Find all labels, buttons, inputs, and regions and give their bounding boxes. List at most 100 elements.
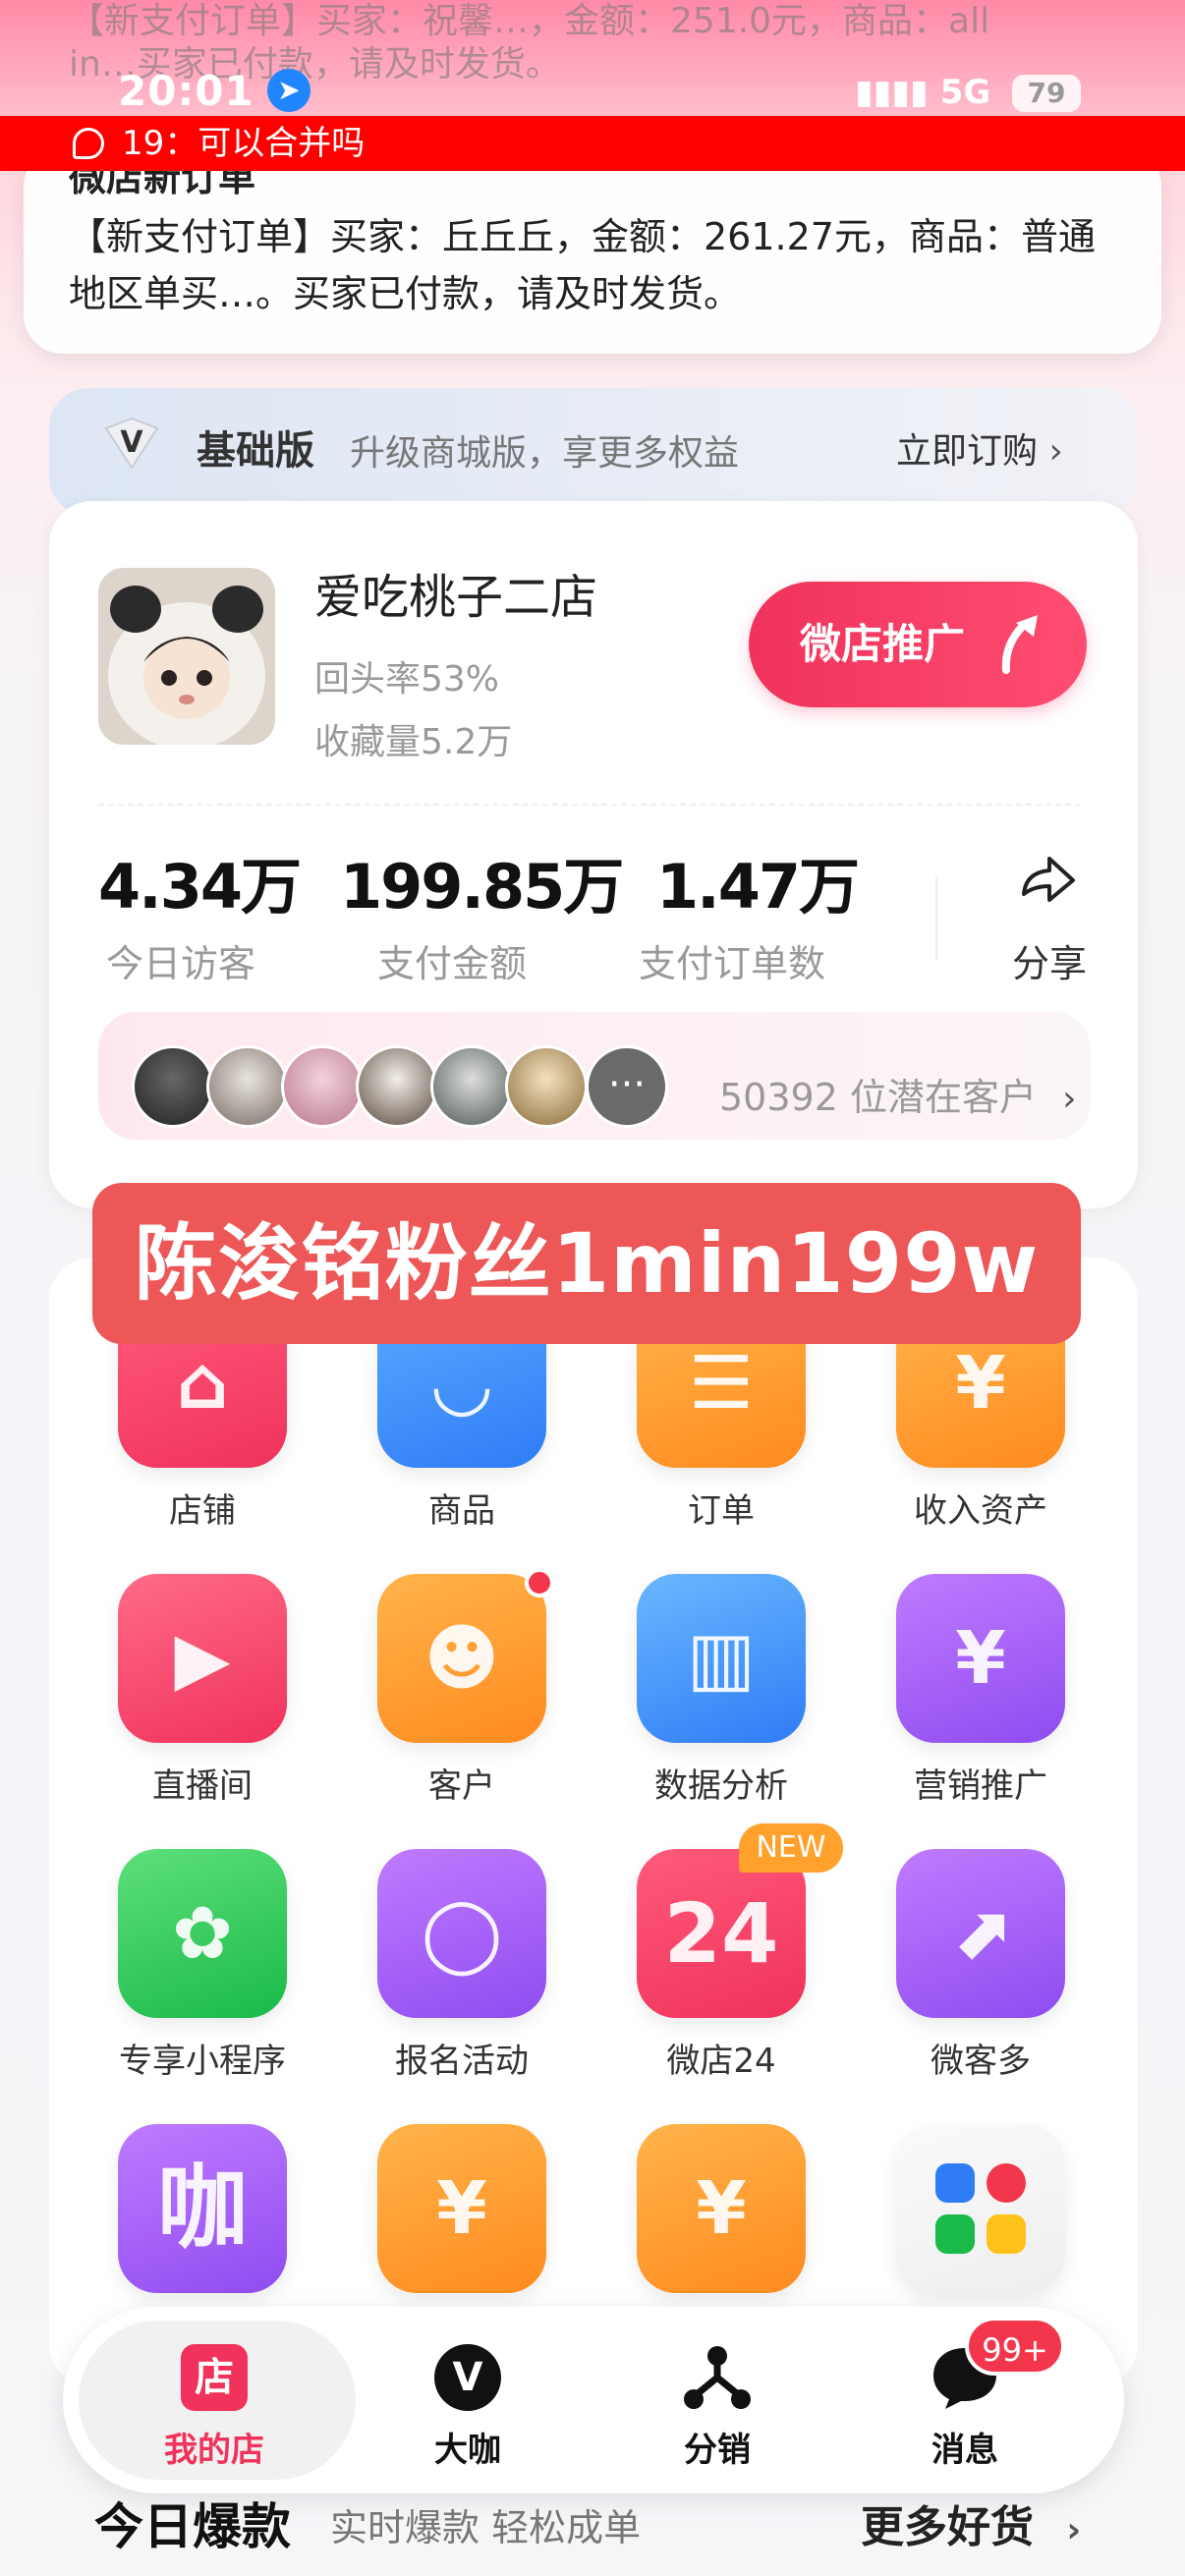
location-arrow-icon: ➤	[267, 69, 310, 112]
grid-item-label: 店铺	[169, 1491, 236, 1531]
battery-icon: 79	[1012, 75, 1081, 112]
metric-value: 1.47万	[656, 851, 860, 923]
chevron-right-icon: ›	[1062, 1079, 1077, 1119]
metric-label: 支付金额	[377, 942, 528, 985]
customer-avatar	[505, 1045, 588, 1128]
chevron-right-icon: ›	[1066, 2510, 1082, 2550]
grid-item-mini-program[interactable]: ✿	[118, 1849, 287, 2018]
metric-value: 4.34万	[98, 851, 302, 923]
grid-item-label: 客户	[428, 1766, 495, 1806]
notification-dot	[525, 1568, 554, 1597]
grid-item-growth[interactable]: ⬈	[896, 1849, 1065, 2018]
hot-products-title: 今日爆款	[94, 2498, 291, 2555]
plan-name: 基础版	[197, 428, 314, 474]
store-promotion-label: 微店推广	[800, 620, 966, 668]
divider	[98, 804, 1081, 806]
panda-plush-avatar	[98, 568, 275, 745]
signal-icon: ▮▮▮▮	[855, 73, 929, 112]
customer-avatar	[132, 1045, 214, 1128]
share-icon[interactable]	[1018, 855, 1077, 910]
grid-item-chart[interactable]: ▥	[637, 1574, 806, 1743]
message-count-badge: 99+	[965, 2317, 1065, 2376]
comment-icon	[73, 128, 104, 159]
store-name: 爱吃桃子二店	[314, 570, 598, 625]
grid-item-label: 商品	[428, 1491, 495, 1531]
chevron-right-icon: ›	[1048, 431, 1063, 472]
grid-item-label: 收入资产	[914, 1491, 1047, 1531]
network-type: 5G	[939, 73, 991, 112]
grid-item-weidian24[interactable]: 24	[637, 1849, 806, 2018]
grid-item-label: 微客多	[931, 2042, 1031, 2081]
metric-label: 今日访客	[106, 942, 256, 985]
hot-products-subtitle: 实时爆款 轻松成单	[330, 2506, 642, 2549]
more-customers-icon: ···	[586, 1045, 668, 1128]
distribution-icon	[684, 2346, 751, 2409]
svg-text:V: V	[120, 425, 143, 460]
grid-item-label: 微店24	[666, 2042, 776, 2081]
nav-tab-distribution[interactable]: 分销	[619, 2423, 816, 2471]
grid-item-label: 数据分析	[654, 1766, 788, 1806]
live-icon: ▶	[174, 1616, 231, 1701]
metric-label: 支付订单数	[639, 942, 826, 985]
v-diamond-icon: V	[104, 417, 159, 470]
nav-tab-my-store[interactable]: 我的店	[116, 2423, 312, 2471]
repeat-rate: 回头率53%	[314, 659, 500, 700]
grid-item-coupon[interactable]: ¥	[896, 1574, 1065, 1743]
nav-tab-messages[interactable]: 消息	[867, 2423, 1063, 2471]
hand-coin-icon: ¥	[436, 2166, 487, 2251]
grid-item-live[interactable]: ▶	[118, 1574, 287, 1743]
daka-icon: 咖	[156, 2156, 248, 2261]
customer-avatar	[430, 1045, 513, 1128]
coupon-icon: ¥	[955, 1616, 1006, 1701]
danmu-text: 19：可以合并吗	[122, 124, 366, 163]
grid-item-label: 专享小程序	[119, 2042, 286, 2081]
nav-tab-daka[interactable]: 大咖	[369, 2423, 566, 2471]
customer-avatar	[281, 1045, 364, 1128]
chart-icon: ▥	[687, 1616, 756, 1701]
subscribe-link-label: 立即订购	[896, 431, 1039, 472]
weidian24-icon: 24	[663, 1885, 779, 1982]
subscribe-link[interactable]: 立即订购 ›	[896, 422, 1063, 474]
balloon-icon: ◯	[421, 1891, 503, 1976]
daka-tab-icon: V	[434, 2344, 501, 2411]
grid-item-hand-coin[interactable]: ¥	[377, 2124, 546, 2293]
network-indicator: ▮▮▮▮ 5G	[855, 73, 990, 112]
potential-customers-text: 50392 位潜在客户 ›	[719, 1067, 1076, 1121]
danmu-comment: 19：可以合并吗	[0, 116, 1185, 171]
new-badge: NEW	[739, 1823, 843, 1873]
favorites-count: 收藏量5.2万	[314, 722, 513, 762]
overlay-caption: 陈浚铭粉丝1min199w	[92, 1183, 1081, 1344]
potential-customers-count: 50392 位潜在客户	[719, 1076, 1037, 1119]
grid-item-label: 报名活动	[395, 2042, 529, 2081]
apps-icon	[896, 2124, 1065, 2293]
customer-avatar	[356, 1045, 438, 1128]
more-products-label: 更多好货	[861, 2502, 1034, 2552]
grid-item-balloon[interactable]: ◯	[377, 1849, 546, 2018]
more-products-link[interactable]: 更多好货 ›	[861, 2492, 1081, 2554]
metric-orders[interactable]: 1.47万	[656, 837, 860, 925]
grid-item-daka[interactable]: 咖	[118, 2124, 287, 2293]
separator	[935, 876, 937, 961]
customers-icon: ☻	[423, 1616, 500, 1701]
money-bag-icon: ¥	[696, 2166, 747, 2251]
metric-value: 199.85万	[340, 851, 624, 923]
grid-item-label: 营销推广	[914, 1766, 1047, 1806]
notification-body: 【新支付订单】买家：丘丘丘，金额：261.27元，商品：普通地区单买…。买家已付…	[69, 215, 1096, 315]
store-avatar[interactable]	[98, 568, 275, 745]
stacked-notification-line1: 【新支付订单】买家：祝馨…，金额：251.0元，商品：all	[69, 1, 990, 41]
grid-item-label: 订单	[688, 1491, 755, 1531]
grid-item-money-bag[interactable]: ¥	[637, 2124, 806, 2293]
metric-visitors[interactable]: 4.34万	[98, 837, 302, 925]
status-time: 20:01	[118, 67, 254, 115]
plan-desc: 升级商城版，享更多权益	[350, 433, 740, 474]
rocket-arrow-icon	[1001, 615, 1038, 674]
metric-payment[interactable]: 199.85万	[340, 837, 624, 925]
store-tab-icon: 店	[181, 2344, 248, 2411]
customer-avatar	[206, 1045, 289, 1128]
growth-icon: ⬈	[949, 1891, 1011, 1976]
grid-item-label: 直播间	[152, 1766, 253, 1806]
grid-item-apps[interactable]	[896, 2124, 1065, 2293]
share-label[interactable]: 分享	[1012, 933, 1087, 987]
grid-item-customers[interactable]: ☻	[377, 1574, 546, 1743]
mini-program-icon: ✿	[171, 1891, 233, 1976]
